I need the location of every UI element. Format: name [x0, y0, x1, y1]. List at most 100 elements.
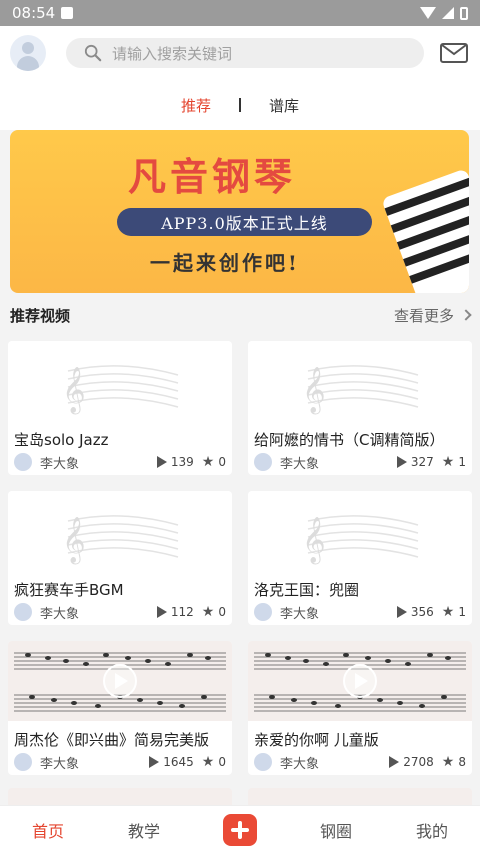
- user-avatar-icon: [254, 603, 272, 621]
- video-stats: 2708 ★ 8: [389, 755, 466, 769]
- star-count: 8: [458, 755, 466, 769]
- tab-divider: [239, 98, 241, 112]
- video-meta: 李大象 112 ★ 0: [8, 599, 232, 625]
- star-icon: ★: [201, 604, 215, 620]
- user-avatar-icon: [254, 453, 272, 471]
- video-card-partial[interactable]: [248, 788, 472, 806]
- star-icon: ★: [201, 754, 215, 770]
- banner-version-pill: APP3.0版本正式上线: [117, 208, 372, 236]
- user-avatar-icon: [254, 753, 272, 771]
- play-count: 356: [410, 605, 434, 619]
- video-card[interactable]: 𝄞 疯狂赛车手BGM 李大象 112 ★ 0: [8, 491, 232, 625]
- video-meta: 李大象 2708 ★ 8: [248, 749, 472, 775]
- sheet-music-thumbnail: [254, 652, 466, 712]
- see-more-link[interactable]: 查看更多: [394, 305, 472, 326]
- svg-text:𝄞: 𝄞: [302, 367, 326, 415]
- video-title: 疯狂赛车手BGM: [14, 581, 124, 599]
- notification-icon: [61, 7, 74, 19]
- tab-home[interactable]: 首页: [0, 818, 96, 842]
- star-count: 1: [458, 605, 466, 619]
- video-stats: 112 ★ 0: [156, 604, 226, 620]
- star-count: 0: [218, 455, 226, 469]
- play-count: 1645: [163, 755, 194, 769]
- avatar[interactable]: [10, 35, 46, 71]
- video-thumbnail[interactable]: 𝄞: [8, 341, 232, 421]
- play-count: 112: [170, 605, 194, 619]
- video-title: 宝岛solo Jazz: [14, 431, 109, 449]
- tab-recommend[interactable]: 推荐: [181, 95, 211, 116]
- video-card[interactable]: 𝄞 给阿嬷的情书（C调精简版） 李大象 327 ★ 1: [248, 341, 472, 475]
- tab-library[interactable]: 谱库: [269, 95, 299, 116]
- banner-subtitle: 一起来创作吧!: [150, 251, 300, 275]
- play-count-icon: [396, 606, 407, 618]
- star-icon: ★: [441, 604, 455, 620]
- play-count: 327: [410, 455, 434, 469]
- status-bar: 08:54: [0, 0, 480, 26]
- star-count: 1: [458, 455, 466, 469]
- promo-banner[interactable]: 凡音钢琴 APP3.0版本正式上线 一起来创作吧!: [10, 130, 469, 293]
- play-count-icon: [396, 456, 407, 468]
- battery-icon: [460, 6, 468, 20]
- status-time: 08:54: [12, 4, 56, 22]
- wifi-icon: [420, 7, 436, 19]
- video-thumbnail[interactable]: 𝄞: [248, 341, 472, 421]
- video-card-partial[interactable]: [8, 788, 232, 806]
- search-input[interactable]: 请输入搜索关键词: [66, 38, 424, 68]
- search-icon: [84, 44, 102, 62]
- video-author: 李大象: [40, 456, 80, 472]
- star-icon: ★: [441, 754, 455, 770]
- video-title: 周杰伦《即兴曲》简易完美版: [14, 731, 210, 749]
- video-meta: 李大象 356 ★ 1: [248, 599, 472, 625]
- video-card[interactable]: 𝄞 宝岛solo Jazz 李大象 139 ★ 0: [8, 341, 232, 475]
- video-title: 洛克王国：兜圈: [254, 581, 360, 599]
- tab-mine[interactable]: 我的: [384, 818, 480, 842]
- recommended-videos-header: 推荐视频 查看更多: [0, 300, 480, 330]
- video-thumbnail[interactable]: [248, 641, 472, 721]
- video-author: 李大象: [280, 756, 320, 772]
- mail-icon[interactable]: [440, 43, 468, 63]
- video-thumbnail[interactable]: 𝄞: [8, 491, 232, 571]
- music-staff-placeholder: 𝄞: [302, 515, 419, 565]
- sheet-music-thumbnail: [14, 652, 226, 712]
- piano-keys-illustration: [381, 168, 469, 293]
- video-meta: 李大象 139 ★ 0: [8, 449, 232, 475]
- music-staff-placeholder: 𝄞: [302, 365, 419, 415]
- section-title: 推荐视频: [10, 306, 71, 325]
- video-thumbnail[interactable]: [8, 641, 232, 721]
- video-meta: 李大象 327 ★ 1: [248, 449, 472, 475]
- play-count: 139: [170, 455, 194, 469]
- video-author: 李大象: [40, 756, 80, 772]
- video-stats: 356 ★ 1: [396, 604, 466, 620]
- video-card[interactable]: 𝄞 洛克王国：兜圈 李大象 356 ★ 1: [248, 491, 472, 625]
- signal-icon: [442, 7, 454, 19]
- tab-teaching[interactable]: 教学: [96, 818, 192, 842]
- create-button[interactable]: [223, 813, 257, 846]
- user-avatar-icon: [14, 753, 32, 771]
- star-count: 0: [218, 755, 226, 769]
- video-author: 李大象: [40, 606, 80, 622]
- video-meta: 李大象 1645 ★ 0: [8, 749, 232, 775]
- tab-circle[interactable]: 钢圈: [288, 818, 384, 842]
- play-count-icon: [149, 756, 160, 768]
- chevron-right-icon: [460, 309, 472, 321]
- video-thumbnail[interactable]: 𝄞: [248, 491, 472, 571]
- video-card[interactable]: 亲爱的你啊 儿童版李大象 2708 ★ 8: [248, 641, 472, 775]
- video-stats: 1645 ★ 0: [149, 755, 226, 769]
- banner-title: 凡音钢琴: [128, 155, 297, 199]
- play-count-icon: [156, 606, 167, 618]
- video-card[interactable]: 周杰伦《即兴曲》简易完美版李大象 1645 ★ 0: [8, 641, 232, 775]
- user-avatar-icon: [14, 453, 32, 471]
- video-stats: 327 ★ 1: [396, 454, 466, 470]
- bottom-tab-bar: 首页 教学 钢圈 我的: [0, 805, 480, 853]
- music-staff-placeholder: 𝄞: [62, 365, 179, 415]
- content-tabs: 推荐 谱库: [0, 80, 480, 130]
- play-count: 2708: [403, 755, 434, 769]
- music-staff-placeholder: 𝄞: [62, 515, 179, 565]
- search-placeholder: 请输入搜索关键词: [112, 44, 233, 63]
- play-count-icon: [156, 456, 167, 468]
- star-icon: ★: [441, 454, 455, 470]
- user-avatar-icon: [14, 603, 32, 621]
- top-header: 请输入搜索关键词: [0, 26, 480, 80]
- svg-text:𝄞: 𝄞: [62, 367, 86, 415]
- video-title: 亲爱的你啊 儿童版: [254, 731, 379, 749]
